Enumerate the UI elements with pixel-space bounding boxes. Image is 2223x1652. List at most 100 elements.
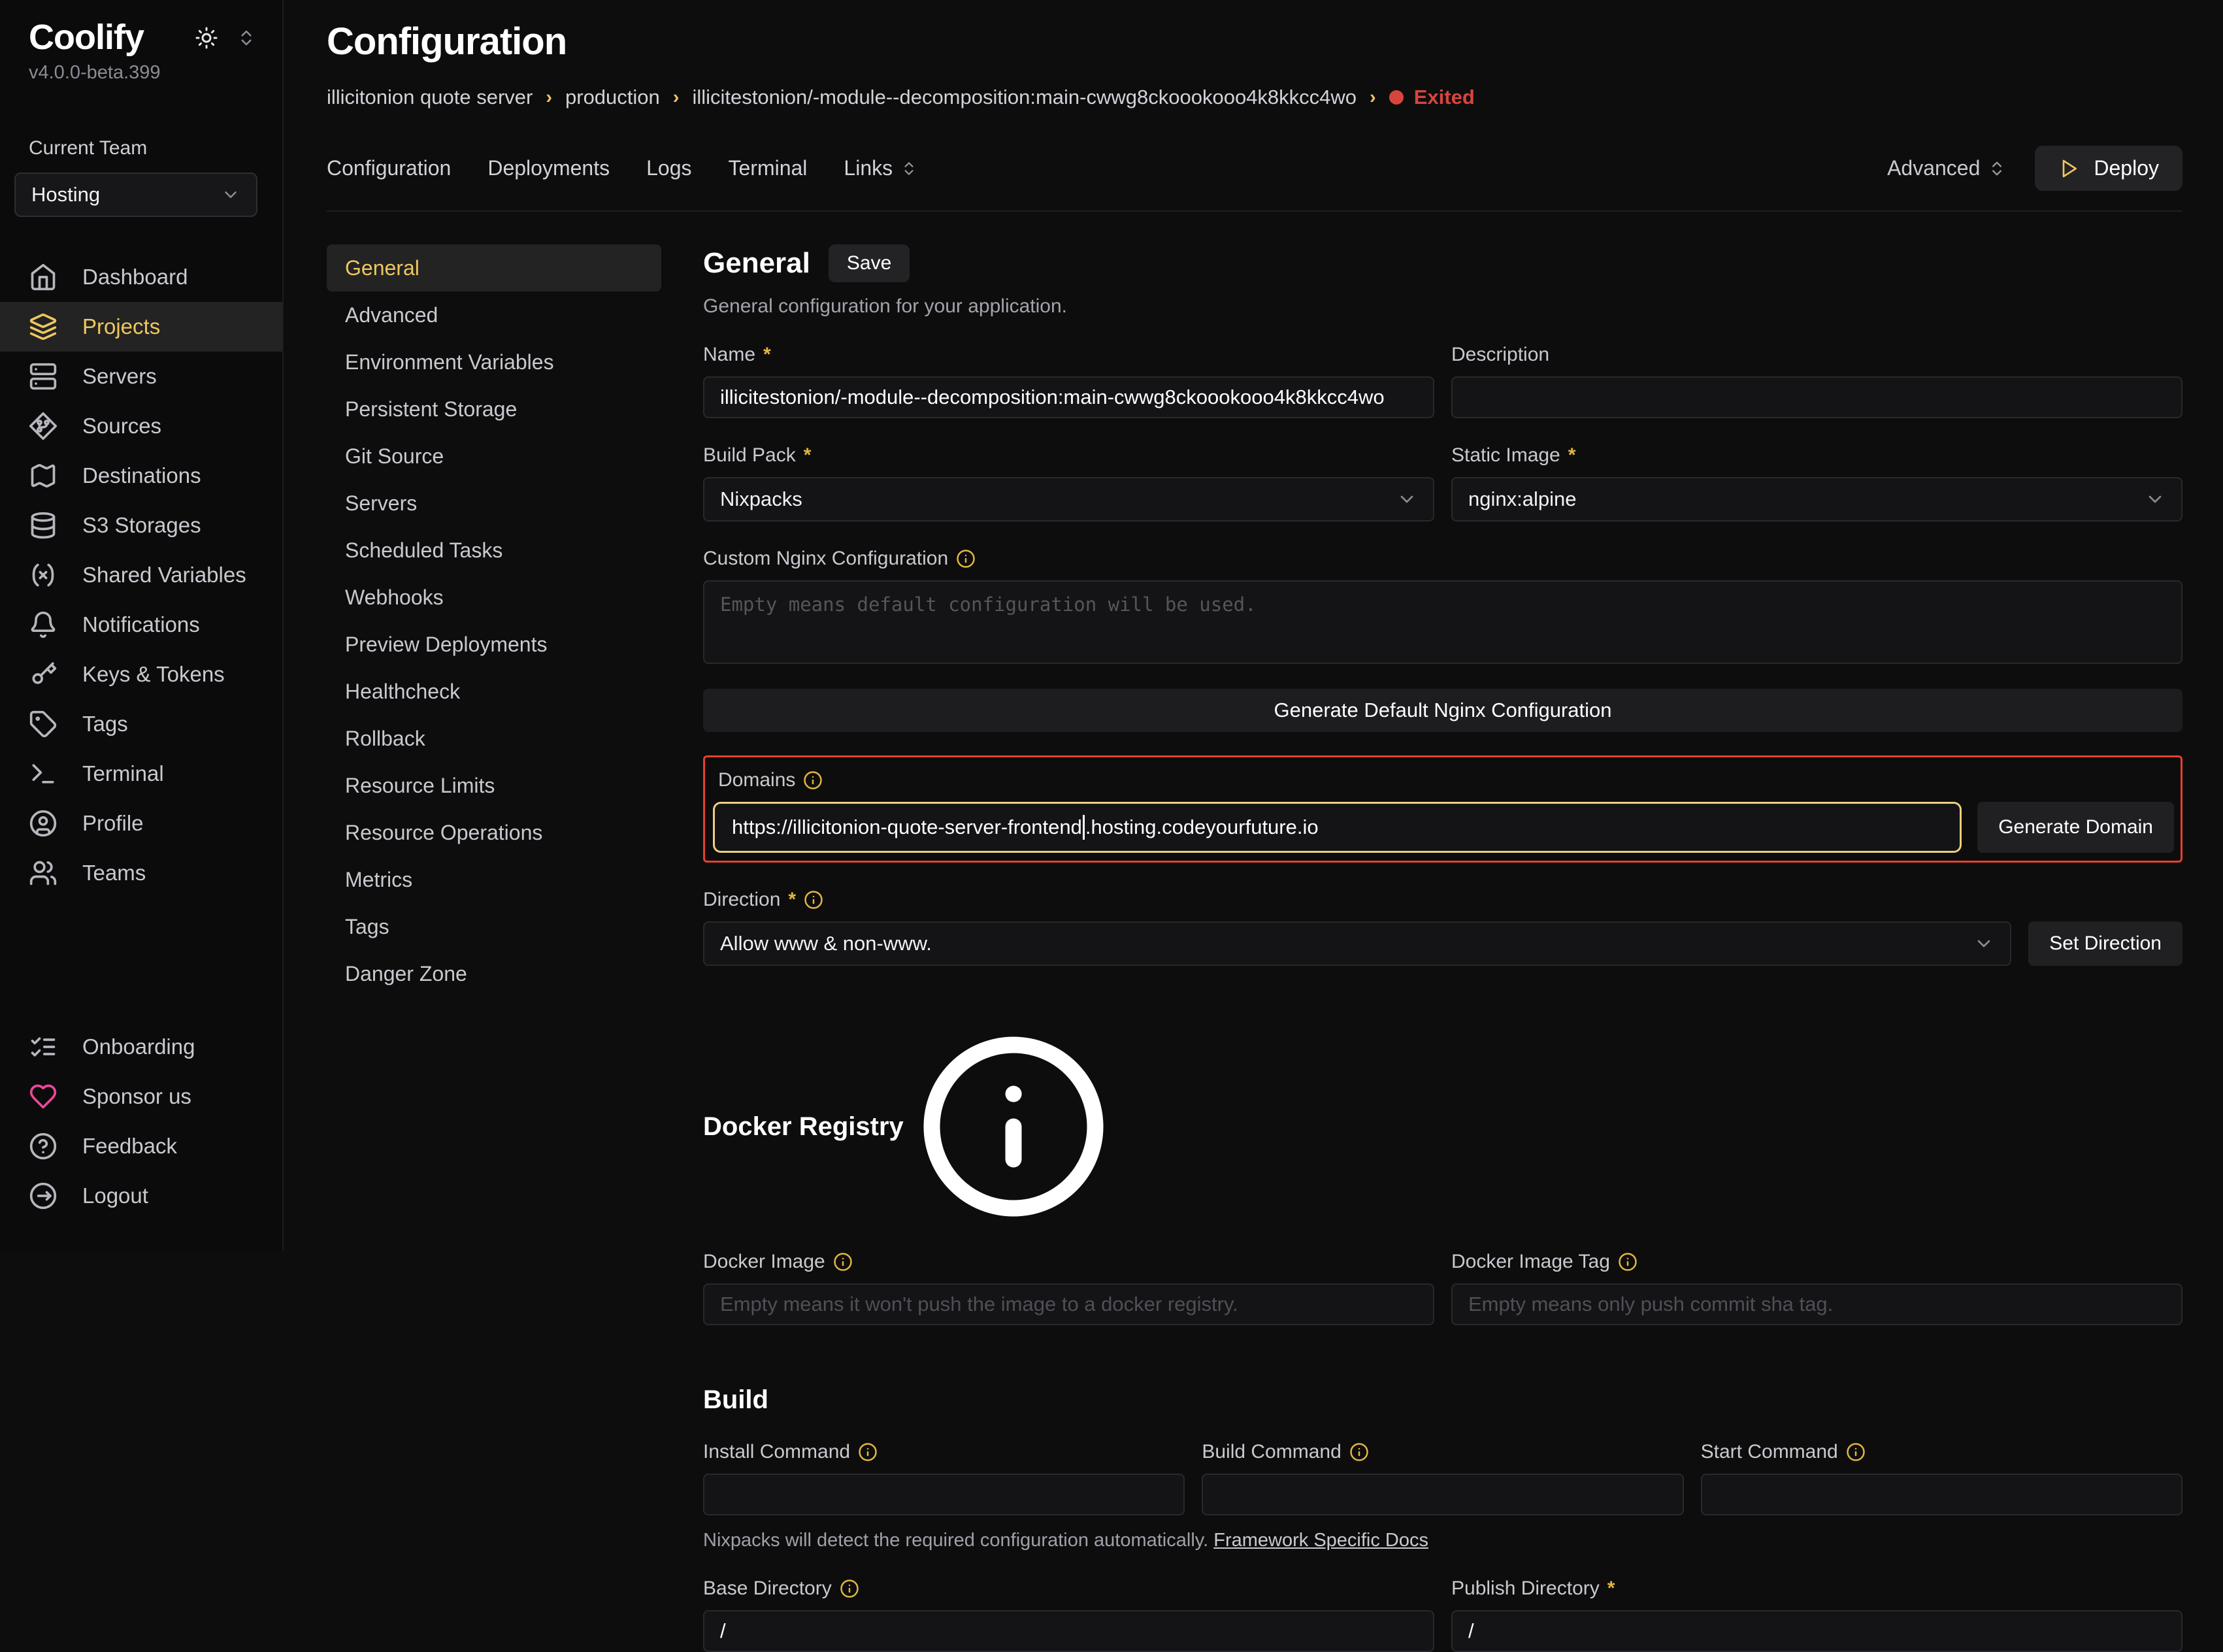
- sidebar-item-label: Profile: [82, 811, 144, 836]
- info-icon[interactable]: [858, 1442, 878, 1462]
- save-button[interactable]: Save: [829, 244, 910, 282]
- sidebar-item[interactable]: Destinations: [0, 451, 282, 501]
- info-icon[interactable]: [833, 1252, 853, 1272]
- sidebar-item[interactable]: Projects: [0, 302, 282, 352]
- subnav-item[interactable]: Tags: [327, 903, 661, 950]
- sidebar-item[interactable]: Servers: [0, 352, 282, 401]
- team-select[interactable]: Hosting: [14, 173, 257, 217]
- sidebar-item[interactable]: Shared Variables: [0, 550, 282, 600]
- instance-switcher-icon[interactable]: [237, 28, 256, 48]
- subnav-item[interactable]: Scheduled Tasks: [327, 527, 661, 574]
- tab-label: Terminal: [728, 156, 807, 180]
- sidebar-item[interactable]: Teams: [0, 848, 282, 898]
- domains-highlight-box: Domains https://illicitonion-quote-serve…: [703, 755, 2182, 863]
- breadcrumb: illicitonion quote server › production ›…: [327, 86, 2223, 109]
- install-command-input[interactable]: [703, 1474, 1185, 1515]
- sidebar-item-label: Dashboard: [82, 265, 188, 289]
- sidebar: Coolify v4.0.0-beta.399 Current Team Hos…: [0, 0, 284, 1251]
- subnav-item[interactable]: Metrics: [327, 856, 661, 903]
- sidebar-footer-item-icon: [29, 1032, 58, 1061]
- sidebar-item[interactable]: Dashboard: [0, 252, 282, 302]
- docker-image-tag-input[interactable]: [1451, 1283, 2182, 1325]
- publish-directory-input[interactable]: [1451, 1610, 2182, 1652]
- subnav-item[interactable]: Advanced: [327, 291, 661, 339]
- subnav-item[interactable]: Preview Deployments: [327, 621, 661, 668]
- sidebar-footer-item[interactable]: Sponsor us: [0, 1072, 282, 1121]
- sidebar-item[interactable]: Profile: [0, 799, 282, 848]
- info-icon[interactable]: [1846, 1442, 1866, 1462]
- subnav-item[interactable]: Healthcheck: [327, 668, 661, 715]
- static-image-select[interactable]: nginx:alpine: [1451, 477, 2182, 521]
- docker-image-input[interactable]: [703, 1283, 1434, 1325]
- build-command-input[interactable]: [1202, 1474, 1683, 1515]
- direction-select[interactable]: Allow www & non-www.: [703, 921, 2011, 966]
- domains-value-after-caret: .hosting.codeyourfuture.io: [1085, 816, 1319, 839]
- sidebar-item[interactable]: Keys & Tokens: [0, 650, 282, 699]
- build-pack-select[interactable]: Nixpacks: [703, 477, 1434, 521]
- name-label: Name*: [703, 344, 1434, 366]
- theme-toggle-icon[interactable]: [195, 26, 218, 50]
- section-subtitle: General configuration for your applicati…: [703, 295, 2182, 318]
- deploy-button[interactable]: Deploy: [2035, 146, 2182, 191]
- general-form: General Save General configuration for y…: [703, 244, 2182, 1251]
- info-icon[interactable]: [1618, 1252, 1638, 1272]
- sidebar-item-label: Destinations: [82, 463, 201, 488]
- sidebar-item[interactable]: S3 Storages: [0, 501, 282, 550]
- tab[interactable]: Deployments: [487, 156, 610, 180]
- subnav-item[interactable]: Servers: [327, 480, 661, 527]
- subnav-item[interactable]: Resource Operations: [327, 809, 661, 856]
- sidebar-item-label: Sources: [82, 414, 161, 438]
- tab[interactable]: Configuration: [327, 156, 451, 180]
- info-icon[interactable]: [840, 1579, 859, 1598]
- info-icon[interactable]: [803, 770, 823, 790]
- framework-docs-link[interactable]: Framework Specific Docs: [1213, 1530, 1428, 1551]
- base-directory-label: Base Directory: [703, 1578, 1434, 1600]
- breadcrumb-project[interactable]: illicitonion quote server: [327, 86, 533, 109]
- nginx-config-textarea[interactable]: [703, 580, 2182, 664]
- description-input[interactable]: [1451, 376, 2182, 418]
- docker-image-label: Docker Image: [703, 1251, 1434, 1273]
- info-icon[interactable]: [804, 890, 823, 910]
- sidebar-footer-item[interactable]: Onboarding: [0, 1022, 282, 1072]
- sidebar-item-icon: [29, 362, 58, 391]
- sidebar-footer-item[interactable]: Logout: [0, 1171, 282, 1221]
- info-icon[interactable]: [915, 1029, 1112, 1225]
- sidebar-item[interactable]: Terminal: [0, 749, 282, 799]
- generate-domain-button[interactable]: Generate Domain: [1977, 802, 2174, 853]
- domains-input[interactable]: https://illicitonion-quote-server-fronte…: [713, 802, 1962, 853]
- breadcrumb-environment[interactable]: production: [565, 86, 660, 109]
- set-direction-button[interactable]: Set Direction: [2028, 921, 2182, 966]
- subnav-item[interactable]: Danger Zone: [327, 950, 661, 997]
- subnav-item[interactable]: Resource Limits: [327, 762, 661, 809]
- base-directory-input[interactable]: [703, 1610, 1434, 1652]
- generate-nginx-button[interactable]: Generate Default Nginx Configuration: [703, 689, 2182, 732]
- sidebar-item[interactable]: Tags: [0, 699, 282, 749]
- sidebar-item-label: S3 Storages: [82, 513, 201, 538]
- subnav-item[interactable]: Git Source: [327, 433, 661, 480]
- subnav-item[interactable]: Webhooks: [327, 574, 661, 621]
- sidebar-item[interactable]: Sources: [0, 401, 282, 451]
- docker-registry-heading: Docker Registry: [703, 1029, 2182, 1225]
- subnav-item[interactable]: General: [327, 244, 661, 291]
- advanced-dropdown[interactable]: Advanced: [1887, 156, 2006, 180]
- description-label: Description: [1451, 344, 2182, 366]
- info-icon[interactable]: [1349, 1442, 1369, 1462]
- start-command-input[interactable]: [1701, 1474, 2182, 1515]
- name-input[interactable]: [703, 376, 1434, 418]
- static-image-value: nginx:alpine: [1468, 487, 1576, 511]
- sidebar-item-icon: [29, 461, 58, 490]
- info-icon[interactable]: [956, 549, 976, 569]
- subnav-item[interactable]: Persistent Storage: [327, 386, 661, 433]
- breadcrumb-separator: ›: [673, 87, 680, 108]
- sidebar-footer-item[interactable]: Feedback: [0, 1121, 282, 1171]
- sidebar-item[interactable]: Notifications: [0, 600, 282, 650]
- required-asterisk: *: [1568, 444, 1576, 467]
- tab[interactable]: Logs: [646, 156, 691, 180]
- tab[interactable]: Links: [844, 156, 917, 180]
- sidebar-item-label: Projects: [82, 314, 160, 339]
- subnav-item[interactable]: Environment Variables: [327, 339, 661, 386]
- breadcrumb-application[interactable]: illicitestonion/-module--decomposition:m…: [692, 86, 1357, 109]
- sidebar-item-icon: [29, 312, 58, 341]
- subnav-item[interactable]: Rollback: [327, 715, 661, 762]
- tab[interactable]: Terminal: [728, 156, 807, 180]
